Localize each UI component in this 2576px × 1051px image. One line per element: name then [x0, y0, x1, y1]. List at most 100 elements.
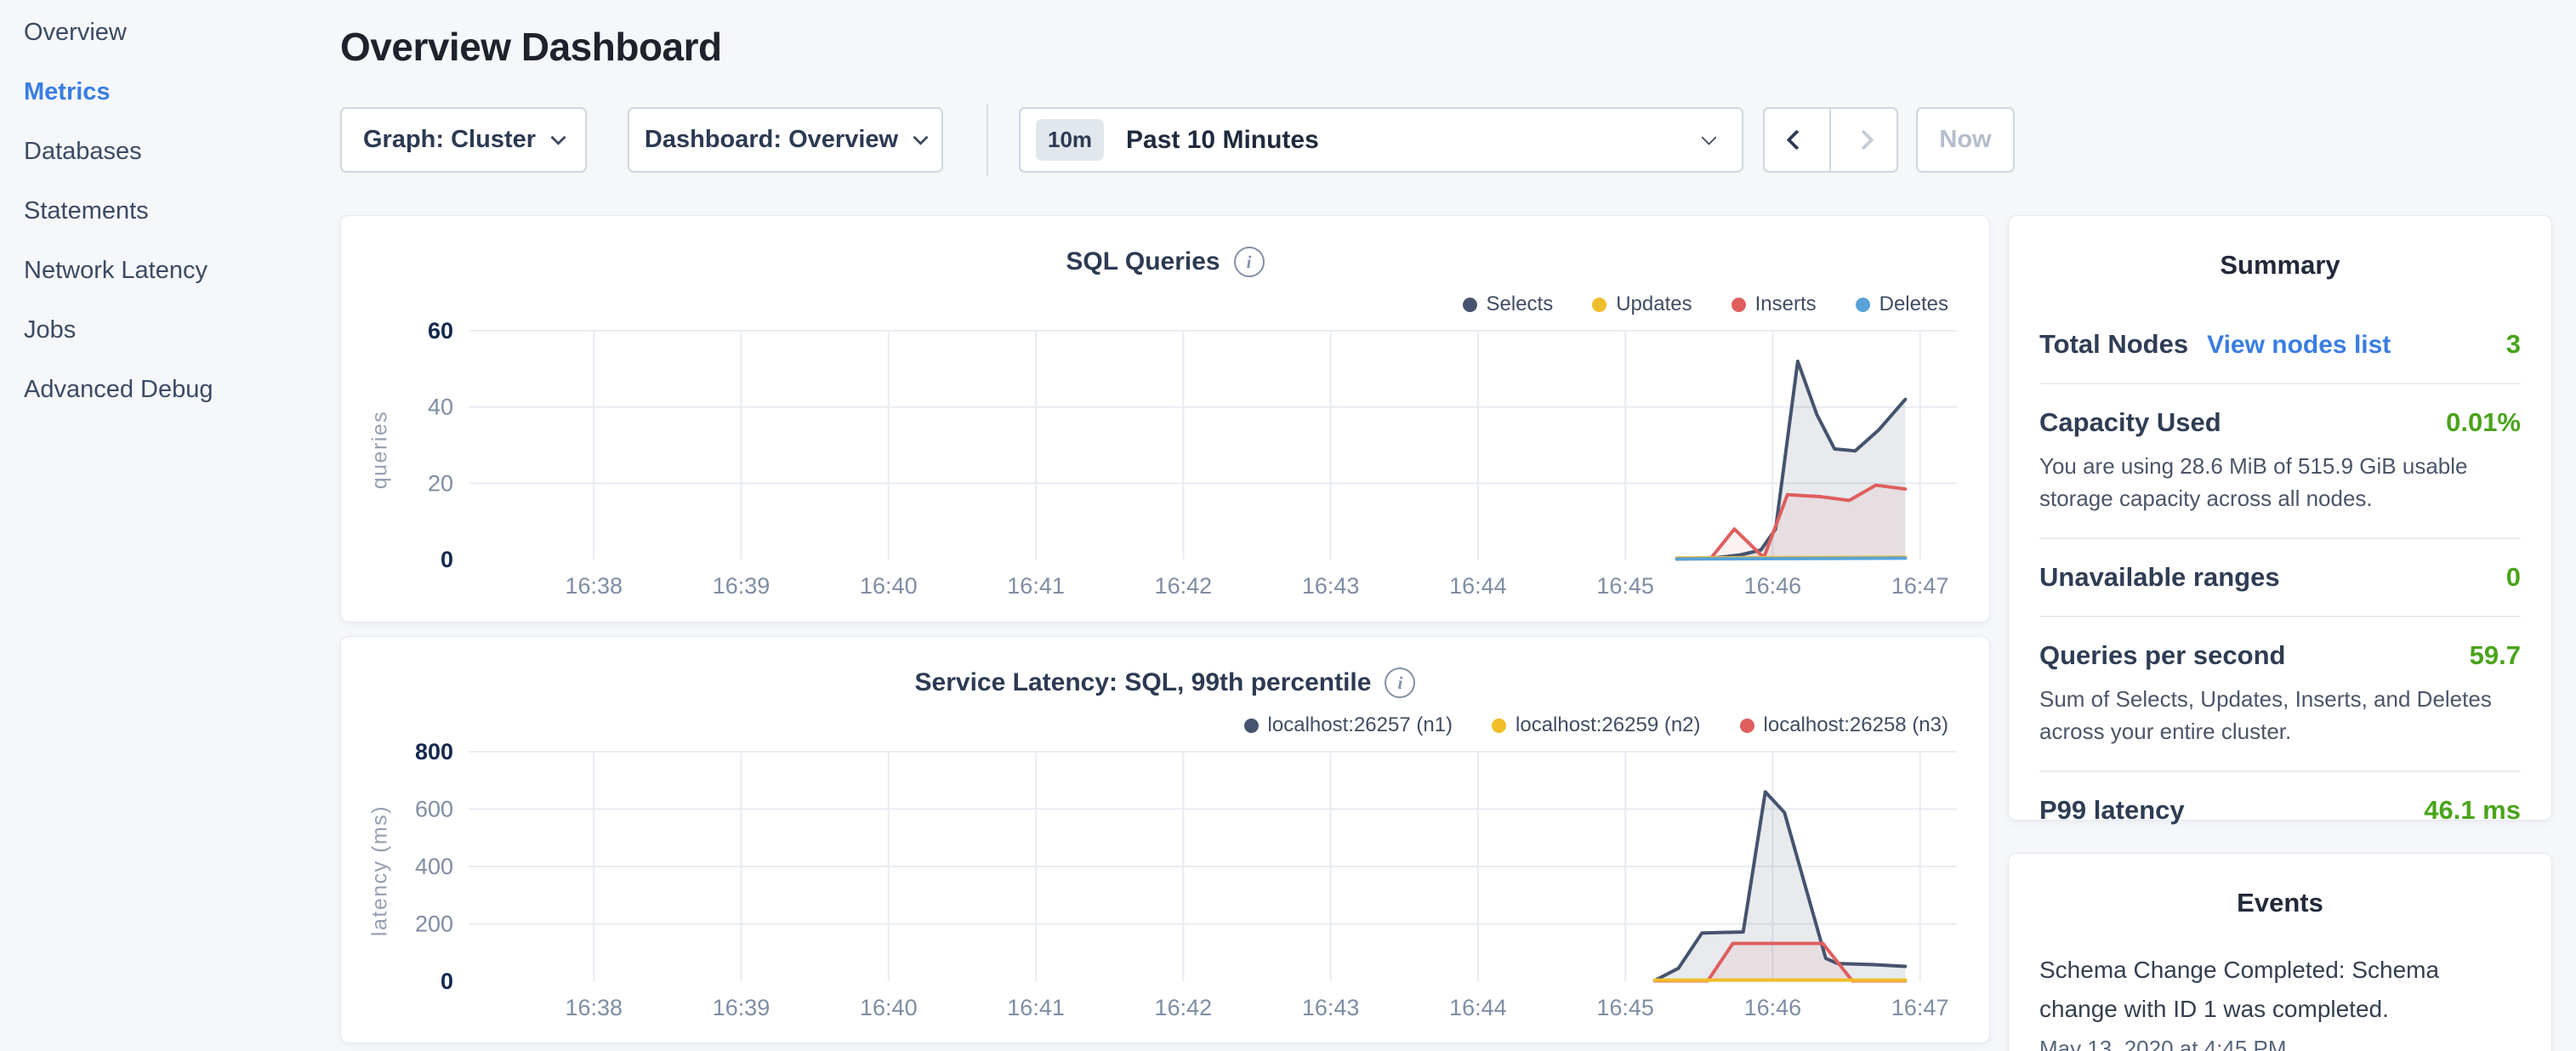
y-axis-unit-label: queries	[368, 411, 393, 490]
svg-text:16:42: 16:42	[1155, 995, 1213, 1020]
svg-text:16:45: 16:45	[1596, 573, 1654, 599]
sidebar-item-advanced-debug[interactable]: Advanced Debug	[24, 378, 332, 402]
svg-text:20: 20	[428, 470, 453, 496]
summary-subtext: You are using 28.6 MiB of 515.9 GiB usab…	[2039, 450, 2521, 514]
svg-text:200: 200	[415, 912, 453, 937]
dashboard-dropdown-label: Dashboard: Overview	[645, 126, 898, 154]
svg-text:16:41: 16:41	[1007, 573, 1065, 599]
events-list: Schema Change Completed: Schema change w…	[2009, 951, 2551, 1051]
legend-dot	[1592, 298, 1606, 312]
time-range-badge: 10m	[1036, 119, 1104, 161]
time-range-label: Past 10 Minutes	[1126, 126, 1319, 155]
summary-value: 59.7	[2470, 640, 2521, 671]
summary-label: Unavailable ranges	[2039, 562, 2280, 593]
svg-text:16:38: 16:38	[565, 995, 623, 1020]
summary-row-total-nodes: Total Nodes View nodes list 3	[2039, 306, 2521, 383]
sidebar-item-statements[interactable]: Statements	[24, 199, 332, 224]
svg-text:16:43: 16:43	[1302, 573, 1360, 599]
legend-dot	[1740, 719, 1754, 733]
svg-text:16:40: 16:40	[860, 995, 918, 1020]
summary-title: Summary	[2009, 250, 2551, 281]
view-nodes-link[interactable]: View nodes list	[2207, 331, 2391, 360]
legend-dot	[1244, 719, 1259, 733]
chevron-left-icon	[1787, 129, 1807, 150]
service-latency-chart-card: Service Latency: SQL, 99th percentile i …	[340, 636, 1990, 1043]
svg-text:800: 800	[415, 743, 453, 764]
legend-item-deletes: Deletes	[1856, 293, 1948, 316]
chevron-down-icon	[1701, 129, 1716, 145]
summary-label: Capacity Used	[2039, 407, 2221, 438]
chart-title: Service Latency: SQL, 99th percentile	[915, 668, 1372, 697]
svg-text:16:47: 16:47	[1891, 995, 1949, 1020]
sidebar-item-databases[interactable]: Databases	[24, 139, 332, 164]
summary-label: P99 latency	[2039, 795, 2185, 826]
svg-text:0: 0	[441, 547, 453, 572]
summary-rows: Total Nodes View nodes list 3 Capacity Used…	[2009, 301, 2551, 849]
events-title: Events	[2009, 888, 2551, 918]
time-range-dropdown[interactable]: 10m Past 10 Minutes	[1019, 107, 1743, 173]
chevron-down-icon	[550, 129, 566, 145]
summary-subtext: Sum of Selects, Updates, Inserts, and De…	[2039, 683, 2521, 747]
legend-dot	[1492, 719, 1506, 733]
chart-title: SQL Queries	[1066, 247, 1220, 276]
svg-text:0: 0	[441, 969, 453, 994]
legend-item-localhost-26259-n2: localhost:26259 (n2)	[1492, 713, 1700, 737]
info-icon[interactable]: i	[1385, 668, 1415, 698]
legend-dot	[1732, 298, 1746, 312]
summary-label: Total Nodes	[2039, 329, 2188, 360]
summary-label: Queries per second	[2039, 640, 2285, 671]
chart-legend: localhost:26257 (n1) localhost:26259 (n2)…	[1244, 713, 1948, 737]
sidebar-item-jobs[interactable]: Jobs	[24, 318, 332, 343]
svg-text:60: 60	[428, 322, 453, 344]
svg-text:400: 400	[415, 854, 453, 879]
summary-row-unavailable-ranges: Unavailable ranges 0	[2039, 537, 2521, 616]
chart-plot-area: latency (ms) 16:38 16:39 16:40 16:41 16:42 16…	[341, 743, 1989, 1041]
next-range-button[interactable]	[1831, 109, 1897, 171]
chart-plot-area: queries 16:3816:3916:4016:4116:4216:4316…	[341, 322, 1989, 620]
summary-value: 3	[2506, 329, 2521, 360]
time-step-buttons	[1763, 107, 1898, 173]
now-button[interactable]: Now	[1916, 107, 2015, 173]
legend-dot	[1463, 298, 1477, 312]
svg-text:16:43: 16:43	[1302, 995, 1360, 1020]
legend-dot	[1856, 298, 1870, 312]
app-root: Overview Metrics Databases Statements Networ…	[0, 0, 2576, 1051]
event-text: Schema Change Completed: Schema change w…	[2039, 951, 2521, 1029]
legend-item-selects: Selects	[1463, 293, 1554, 316]
svg-text:16:45: 16:45	[1596, 995, 1654, 1020]
event-item: Schema Change Completed: Schema change w…	[2039, 951, 2521, 1051]
legend-item-localhost-26257-n1: localhost:26257 (n1)	[1244, 713, 1453, 737]
page-title: Overview Dashboard	[340, 24, 722, 70]
legend-item-localhost-26258-n3: localhost:26258 (n3)	[1740, 713, 1948, 737]
summary-row-p99-latency: P99 latency46.1 ms	[2039, 770, 2521, 849]
dashboard-dropdown[interactable]: Dashboard: Overview	[628, 107, 943, 173]
graph-dropdown[interactable]: Graph: Cluster	[340, 107, 587, 173]
sidebar-item-metrics[interactable]: Metrics	[24, 80, 332, 105]
svg-text:16:46: 16:46	[1744, 995, 1802, 1020]
chevron-right-icon	[1853, 129, 1874, 150]
graph-dropdown-label: Graph: Cluster	[363, 126, 536, 154]
summary-row-queries-per-second: Queries per second 59.7 Sum of Selects, Up…	[2039, 616, 2521, 770]
chevron-down-icon	[913, 129, 928, 145]
chart-legend: SelectsUpdatesInsertsDeletes	[1463, 293, 1949, 316]
svg-text:16:41: 16:41	[1007, 995, 1065, 1020]
legend-item-updates: Updates	[1592, 293, 1692, 316]
summary-panel: Summary Total Nodes View nodes list 3 Capac…	[2008, 215, 2552, 821]
svg-text:16:39: 16:39	[713, 573, 771, 599]
svg-text:16:44: 16:44	[1449, 573, 1507, 599]
y-axis-unit-label: latency (ms)	[368, 805, 393, 936]
prev-range-button[interactable]	[1765, 109, 1831, 171]
event-timestamp: May 13, 2020 at 4:45 PM	[2039, 1036, 2521, 1051]
sidebar-item-overview[interactable]: Overview	[24, 20, 332, 45]
sql-queries-chart-card: SQL Queries i SelectsUpdatesInsertsDelet…	[340, 215, 1990, 622]
summary-value: 0.01%	[2446, 407, 2521, 438]
summary-value: 0	[2506, 562, 2521, 593]
sql-queries-chart: 16:3816:3916:4016:4116:4216:4316:4416:45…	[392, 322, 1982, 620]
svg-text:16:39: 16:39	[713, 995, 771, 1020]
info-icon[interactable]: i	[1234, 247, 1265, 277]
sidebar-nav: Overview Metrics Databases Statements Networ…	[0, 0, 332, 1051]
svg-text:600: 600	[415, 797, 453, 822]
events-panel: Events Schema Change Completed: Schema c…	[2008, 853, 2552, 1051]
svg-text:16:40: 16:40	[860, 573, 918, 599]
sidebar-item-network-latency[interactable]: Network Latency	[24, 258, 332, 283]
